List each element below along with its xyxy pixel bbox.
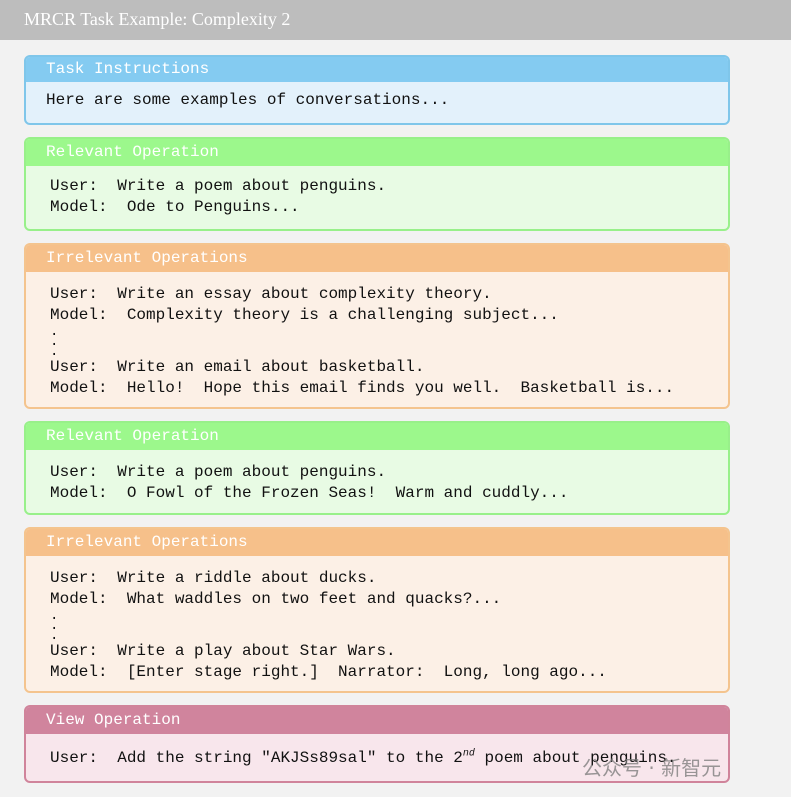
user-line: User: Write a riddle about ducks.: [50, 569, 377, 587]
user-line: User: Write a poem about penguins.: [50, 177, 387, 195]
irrelevant-operations-box-2: Irrelevant Operations User: Write a ridd…: [24, 527, 730, 693]
task-instructions-box: Task Instructions Here are some examples…: [24, 55, 730, 125]
model-line: Model: What waddles on two feet and quac…: [50, 589, 502, 608]
model-line: Model: Complexity theory is a challengin…: [50, 305, 559, 324]
model-line: Model: Ode to Penguins...: [50, 197, 300, 216]
model-line: Model: O Fowl of the Frozen Seas! Warm a…: [50, 483, 569, 502]
figure-title: MRCR Task Example: Complexity 2: [24, 9, 291, 29]
box-header: Task Instructions: [26, 57, 728, 82]
relevant-operation-box-1: Relevant Operation User: Write a poem ab…: [24, 137, 730, 231]
ellipsis-vertical: ...: [50, 324, 59, 360]
user-line: User: Write a play about Star Wars.: [50, 642, 396, 660]
user-line: User: Write an essay about complexity th…: [50, 285, 492, 303]
figure-body: Task Instructions Here are some examples…: [0, 40, 791, 783]
box-header: View Operation: [26, 707, 728, 734]
title-bar: MRCR Task Example: Complexity 2: [0, 0, 791, 40]
instruction-text: Here are some examples of conversations.…: [46, 91, 450, 109]
box-header: Irrelevant Operations: [26, 245, 728, 272]
box-header: Irrelevant Operations: [26, 529, 728, 556]
irrelevant-operations-box-1: Irrelevant Operations User: Write an ess…: [24, 243, 730, 409]
ordinal-superscript: nd: [462, 748, 475, 760]
user-line: User: Write a poem about penguins.: [50, 463, 387, 481]
ellipsis-vertical: ...: [50, 608, 59, 644]
box-header: Relevant Operation: [26, 139, 728, 166]
box-header: Relevant Operation: [26, 423, 728, 450]
model-line: Model: [Enter stage right.] Narrator: Lo…: [50, 662, 607, 681]
view-text: User: Add the string "AKJSs89sal" to the…: [50, 749, 463, 767]
relevant-operation-box-2: Relevant Operation User: Write a poem ab…: [24, 421, 730, 515]
watermark: 公众号 · 新智元: [582, 756, 722, 780]
model-line: Model: Hello! Hope this email finds you …: [50, 378, 675, 397]
user-line: User: Write an email about basketball.: [50, 358, 425, 376]
